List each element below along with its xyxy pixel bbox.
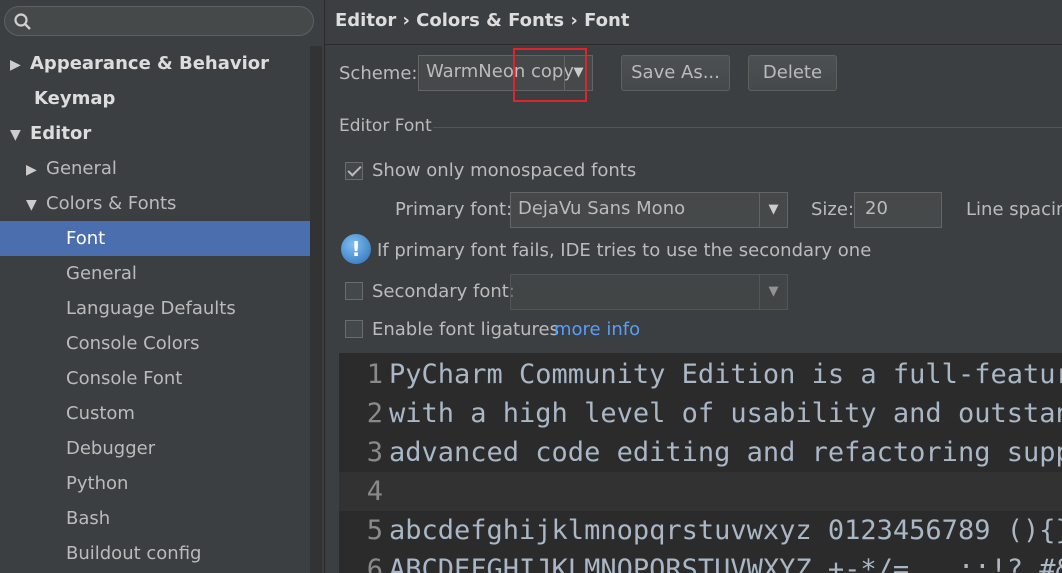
preview-line: 5 abcdefghijklmnopqrstuvwxyz 0123456789 (…: [366, 515, 1062, 546]
more-info-link[interactable]: more info: [554, 319, 640, 340]
show-monospaced-label: Show only monospaced fonts: [372, 160, 637, 181]
sidebar-item-label: Font: [66, 228, 106, 249]
sidebar-item-label: Python: [66, 473, 129, 494]
chevron-down-icon[interactable]: ▼: [759, 275, 787, 309]
scheme-label: Scheme:: [339, 63, 418, 84]
size-input[interactable]: 20: [854, 192, 942, 228]
divider: [325, 44, 1062, 45]
info-icon: !: [341, 234, 371, 264]
chevron-down-icon[interactable]: ▼: [759, 193, 787, 227]
sidebar-item-colors-fonts[interactable]: ▼ Colors & Fonts: [0, 186, 324, 221]
secondary-font-label: Secondary font:: [372, 281, 515, 302]
sidebar-item-console-colors[interactable]: Console Colors: [0, 326, 324, 361]
sidebar-item-label: Keymap: [34, 88, 116, 109]
sidebar-item-editor[interactable]: ▼ Editor: [0, 116, 324, 151]
sidebar-item-language-defaults[interactable]: Language Defaults: [0, 291, 324, 326]
preview-line: 2 with a high level of usability and outs…: [366, 398, 1062, 429]
sidebar-item-console-font[interactable]: Console Font: [0, 361, 324, 396]
collapse-arrow-icon[interactable]: ▼: [26, 188, 46, 223]
sidebar-item-label: Custom: [66, 403, 135, 424]
sidebar-item-general-colors[interactable]: General: [0, 256, 324, 291]
info-message: If primary font fails, IDE tries to use …: [377, 240, 872, 261]
preview-line: 1 PyCharm Community Edition is a full-fea…: [366, 359, 1062, 390]
sidebar-item-label: Buildout config: [66, 543, 202, 564]
sidebar-item-custom[interactable]: Custom: [0, 396, 324, 431]
sidebar-item-label: Console Font: [66, 368, 183, 389]
secondary-font-select[interactable]: ▼: [510, 274, 788, 310]
sidebar-item-python[interactable]: Python: [0, 466, 324, 501]
sidebar-item-bash[interactable]: Bash: [0, 501, 324, 536]
sidebar-item-label: Editor: [30, 123, 92, 144]
search-icon: [14, 13, 31, 30]
expand-arrow-icon[interactable]: ▶: [10, 48, 30, 83]
primary-font-label: Primary font:: [395, 199, 513, 220]
size-value: 20: [865, 198, 888, 219]
font-settings-panel: Editor › Colors & Fonts › Font Scheme: W…: [325, 0, 1062, 573]
sidebar-item-label: Debugger: [66, 438, 156, 459]
sidebar-item-label: General: [46, 158, 117, 179]
preview-line-current: 4: [339, 472, 1062, 511]
sidebar-item-label: General: [66, 263, 137, 284]
primary-font-select[interactable]: DejaVu Sans Mono ▼: [510, 192, 788, 228]
delete-button[interactable]: Delete: [748, 55, 837, 91]
ligatures-label: Enable font ligatures: [372, 319, 559, 340]
sidebar-item-label: Colors & Fonts: [46, 193, 177, 214]
show-monospaced-checkbox[interactable]: [345, 162, 363, 180]
sidebar-item-label: Appearance & Behavior: [30, 53, 270, 74]
sidebar-item-keymap[interactable]: Keymap: [0, 81, 324, 116]
primary-font-value: DejaVu Sans Mono: [518, 198, 686, 219]
sidebar-item-debugger[interactable]: Debugger: [0, 431, 324, 466]
sidebar-item-label: Language Defaults: [66, 298, 236, 319]
collapse-arrow-icon[interactable]: ▼: [10, 118, 30, 153]
ligatures-checkbox[interactable]: [345, 320, 363, 338]
secondary-font-checkbox[interactable]: [345, 282, 363, 300]
settings-sidebar: ▶ Appearance & Behavior Keymap ▼ Editor ▶ G…: [0, 0, 324, 573]
font-preview[interactable]: 1 PyCharm Community Edition is a full-fea…: [339, 353, 1062, 573]
sidebar-item-font[interactable]: Font: [0, 221, 310, 256]
preview-line: 6 ABCDEFGHIJKLMNOPQRSTUVWXYZ +-*/= .,;:!?…: [366, 554, 1062, 573]
size-label: Size:: [811, 199, 855, 220]
save-as-button[interactable]: Save As...: [621, 55, 730, 91]
sidebar-item-label: Console Colors: [66, 333, 200, 354]
sidebar-item-appearance-behavior[interactable]: ▶ Appearance & Behavior: [0, 46, 324, 81]
sidebar-item-general[interactable]: ▶ General: [0, 151, 324, 186]
preview-line: 3 advanced code editing and refactoring s…: [366, 437, 1062, 468]
search-input[interactable]: [4, 6, 314, 36]
highlight-annotation: [513, 48, 587, 102]
sidebar-scrollbar[interactable]: [310, 46, 322, 573]
sidebar-item-buildout-config[interactable]: Buildout config: [0, 536, 324, 571]
expand-arrow-icon[interactable]: ▶: [26, 153, 46, 188]
sidebar-item-label: Bash: [66, 508, 111, 529]
line-spacing-label: Line spacing: [966, 199, 1062, 220]
divider: [433, 127, 1062, 128]
breadcrumb: Editor › Colors & Fonts › Font: [335, 10, 630, 31]
section-title: Editor Font: [339, 116, 432, 136]
